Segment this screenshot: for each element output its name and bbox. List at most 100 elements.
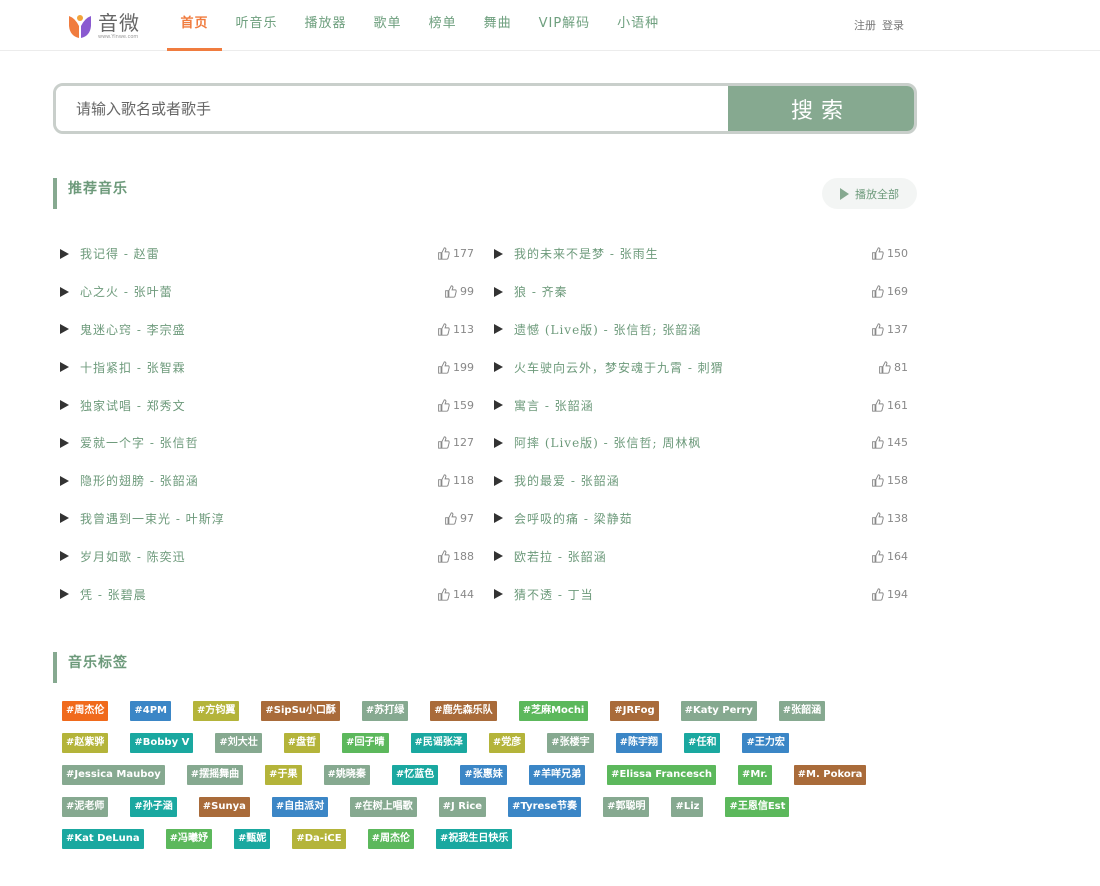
play-icon[interactable] [494, 248, 503, 259]
tag-chip[interactable]: #Mr. [738, 765, 772, 785]
tag-chip[interactable]: #鹿先森乐队 [430, 701, 497, 721]
tag-chip[interactable]: #冯曦妤 [165, 829, 212, 849]
like-button[interactable]: 138 [871, 512, 908, 525]
tag-chip[interactable]: #任和 [684, 733, 721, 753]
song-row[interactable]: 岁月如歌 - 陈奕迅 188 [60, 537, 475, 575]
play-icon[interactable] [60, 513, 69, 524]
tag-chip[interactable]: #于果 [265, 765, 302, 785]
tag-chip[interactable]: #泥老师 [62, 797, 109, 817]
like-button[interactable]: 159 [437, 399, 474, 412]
tag-chip[interactable]: #自由派对 [271, 797, 329, 817]
tag-chip[interactable]: #周杰伦 [62, 701, 109, 721]
song-row[interactable]: 欧若拉 - 张韶涵 164 [494, 537, 909, 575]
song-row[interactable]: 凭 - 张碧晨 144 [60, 575, 475, 613]
login-link[interactable]: 登录 [882, 17, 904, 33]
nav-item[interactable]: 榜单 [415, 0, 470, 51]
like-button[interactable]: 199 [437, 361, 474, 374]
tag-chip[interactable]: #周杰伦 [367, 829, 414, 849]
play-icon[interactable] [494, 324, 503, 335]
like-button[interactable]: 118 [437, 474, 474, 487]
nav-item[interactable]: 舞曲 [470, 0, 525, 51]
song-row[interactable]: 独家试唱 - 郑秀文 159 [60, 386, 475, 424]
song-title[interactable]: 鬼迷心窍 - 李宗盛 [80, 321, 437, 338]
song-row[interactable]: 爱就一个字 - 张信哲 127 [60, 424, 475, 462]
song-title[interactable]: 十指紧扣 - 张智霖 [80, 359, 437, 376]
tag-chip[interactable]: #姚晓秦 [323, 765, 370, 785]
play-icon[interactable] [494, 362, 503, 373]
play-icon[interactable] [494, 513, 503, 524]
tag-chip[interactable]: #在树上唱歌 [350, 797, 417, 817]
like-button[interactable]: 145 [871, 436, 908, 449]
like-button[interactable]: 169 [871, 285, 908, 298]
tag-chip[interactable]: #张惠妹 [460, 765, 507, 785]
site-logo[interactable]: 音微 www.Yinwe.com [66, 11, 156, 41]
song-title[interactable]: 我的最爱 - 张韶涵 [514, 472, 871, 489]
song-row[interactable]: 遗憾 (Live版) - 张信哲; 张韶涵 137 [494, 311, 909, 349]
tag-chip[interactable]: #Jessica Mauboy [62, 765, 165, 785]
song-row[interactable]: 十指紧扣 - 张智霖 199 [60, 348, 475, 386]
tag-chip[interactable]: #张楼宇 [547, 733, 594, 753]
like-button[interactable]: 164 [871, 550, 908, 563]
tag-chip[interactable]: #J Rice [438, 797, 487, 817]
play-icon[interactable] [494, 475, 503, 486]
tag-chip[interactable]: #Liz [671, 797, 704, 817]
tag-chip[interactable]: #陈宇翔 [615, 733, 663, 753]
tag-chip[interactable]: #方钧翼 [193, 701, 240, 721]
like-button[interactable]: 194 [871, 588, 908, 601]
like-button[interactable]: 150 [871, 247, 908, 260]
song-title[interactable]: 欧若拉 - 张韶涵 [514, 548, 871, 565]
register-link[interactable]: 注册 [854, 17, 876, 33]
song-row[interactable]: 隐形的翅膀 - 张韶涵 118 [60, 462, 475, 500]
tag-chip[interactable]: #芝麻Mochi [518, 701, 589, 721]
like-button[interactable]: 113 [437, 323, 474, 336]
song-title[interactable]: 隐形的翅膀 - 张韶涵 [80, 472, 437, 489]
tag-chip[interactable]: #JRFog [610, 701, 659, 721]
song-title[interactable]: 会呼吸的痛 - 梁静茹 [514, 510, 871, 527]
tag-chip[interactable]: #赵紫骅 [62, 733, 109, 753]
play-icon[interactable] [494, 400, 503, 411]
tag-chip[interactable]: #刘大壮 [215, 733, 262, 753]
tag-chip[interactable]: #苏打绿 [361, 701, 409, 721]
tag-chip[interactable]: #Katy Perry [680, 701, 757, 721]
tag-chip[interactable]: #Kat DeLuna [62, 829, 144, 849]
nav-item[interactable]: 听音乐 [222, 0, 291, 51]
song-row[interactable]: 会呼吸的痛 - 梁静茹 138 [494, 500, 909, 538]
tag-chip[interactable]: #Bobby V [130, 733, 194, 753]
tag-chip[interactable]: #忆蓝色 [391, 765, 439, 785]
song-title[interactable]: 我记得 - 赵雷 [80, 245, 437, 262]
tag-chip[interactable]: #Elissa Francesch [607, 765, 716, 785]
song-row[interactable]: 鬼迷心窍 - 李宗盛 113 [60, 311, 475, 349]
tag-chip[interactable]: #王力宏 [742, 733, 789, 753]
tag-chip[interactable]: #孙子涵 [130, 797, 177, 817]
tag-chip[interactable]: #M. Pokora [793, 765, 867, 785]
tag-chip[interactable]: #王恩信Est [725, 797, 790, 817]
like-button[interactable]: 99 [444, 285, 474, 298]
play-icon[interactable] [60, 400, 69, 411]
tag-chip[interactable]: #Tyrese节奏 [508, 797, 582, 817]
tag-chip[interactable]: #郭聪明 [603, 797, 650, 817]
song-row[interactable]: 狼 - 齐秦 169 [494, 273, 909, 311]
play-icon[interactable] [60, 589, 69, 600]
song-title[interactable]: 心之火 - 张叶蕾 [80, 283, 444, 300]
nav-item[interactable]: 歌单 [360, 0, 415, 51]
song-title[interactable]: 阿摔 (Live版) - 张信哲; 周林枫 [514, 434, 871, 451]
song-row[interactable]: 我曾遇到一束光 - 叶斯淳 97 [60, 500, 475, 538]
play-icon[interactable] [60, 437, 69, 448]
song-title[interactable]: 狼 - 齐秦 [514, 283, 871, 300]
song-title[interactable]: 猜不透 - 丁当 [514, 586, 871, 603]
song-row[interactable]: 猜不透 - 丁当 194 [494, 575, 909, 613]
play-icon[interactable] [60, 248, 69, 259]
song-title[interactable]: 凭 - 张碧晨 [80, 586, 437, 603]
tag-chip[interactable]: #回子晴 [342, 733, 389, 753]
song-title[interactable]: 火车驶向云外，梦安魂于九霄 - 刺猬 [514, 359, 878, 376]
song-row[interactable]: 寓言 - 张韶涵 161 [494, 386, 909, 424]
search-input[interactable] [56, 86, 728, 131]
tag-chip[interactable]: #4PM [130, 701, 172, 721]
tag-chip[interactable]: #祝我生日快乐 [435, 829, 513, 849]
like-button[interactable]: 137 [871, 323, 908, 336]
song-row[interactable]: 我的未来不是梦 - 张雨生 150 [494, 235, 909, 273]
song-row[interactable]: 我记得 - 赵雷 177 [60, 235, 475, 273]
nav-item[interactable]: 首页 [167, 0, 223, 51]
nav-item[interactable]: 小语种 [604, 0, 673, 51]
song-title[interactable]: 独家试唱 - 郑秀文 [80, 397, 437, 414]
